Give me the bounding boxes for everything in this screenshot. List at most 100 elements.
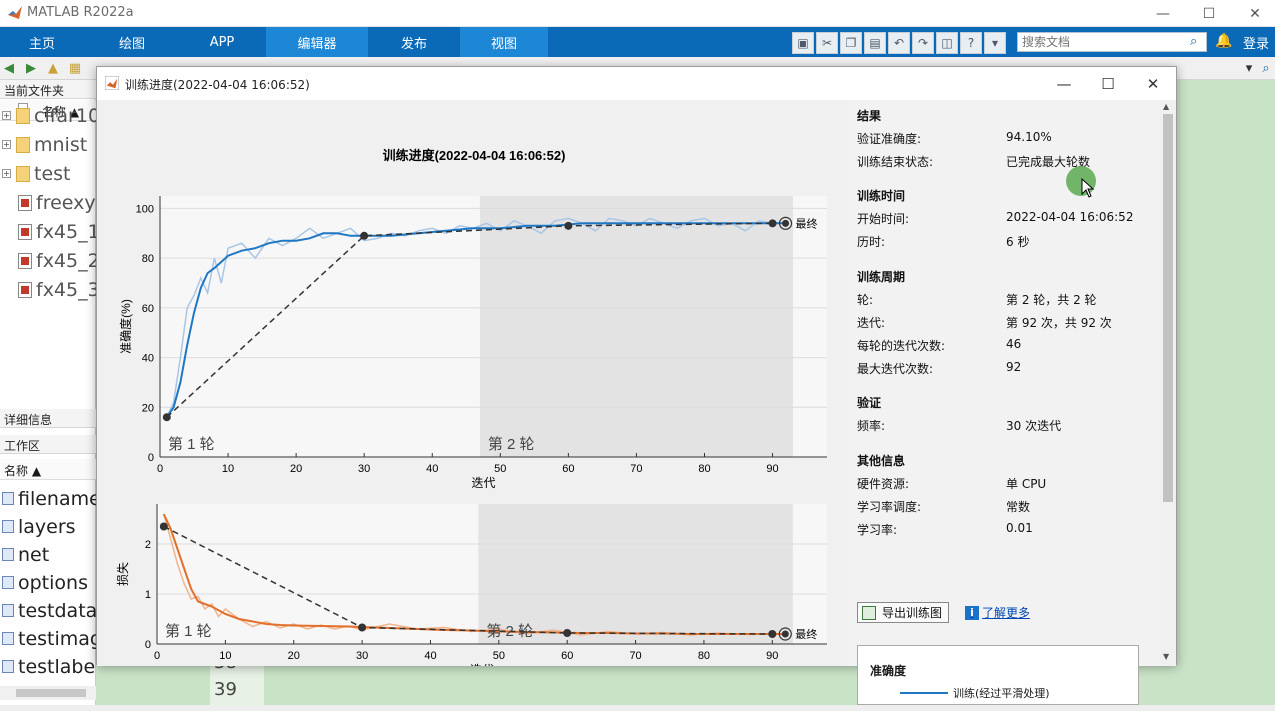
final-marker-dot bbox=[782, 219, 790, 227]
folder-icon bbox=[16, 165, 30, 182]
horizontal-scrollbar[interactable] bbox=[0, 686, 96, 700]
variable-icon bbox=[2, 520, 14, 533]
variable-name: testdata bbox=[18, 599, 96, 622]
variable-name: testlabels bbox=[18, 655, 96, 678]
info-panel: 结果 验证准确度: 94.10% 训练结束状态: 已完成最大轮数 训练时间 开始… bbox=[847, 100, 1159, 705]
line-number: 39 bbox=[214, 679, 237, 700]
x-tick-label: 90 bbox=[766, 650, 778, 662]
x-tick-label: 80 bbox=[698, 650, 710, 662]
lr-schedule-label: 学习率调度: bbox=[857, 500, 922, 514]
variable-name: testimag bbox=[18, 627, 96, 650]
y-tick-label: 40 bbox=[142, 353, 154, 365]
options-dropdown-icon[interactable]: ▾ bbox=[984, 31, 1006, 54]
elapsed-label: 历时: bbox=[857, 235, 886, 249]
save-icon[interactable]: ▣ bbox=[792, 31, 814, 54]
x-tick-label: 90 bbox=[766, 463, 778, 475]
variable-icon bbox=[2, 604, 14, 617]
freq-label: 频率: bbox=[857, 419, 886, 433]
chart-export-icon bbox=[862, 605, 876, 620]
browse-folder-icon[interactable]: ▦ bbox=[66, 59, 84, 77]
variable-name: layers bbox=[18, 515, 76, 538]
workspace-variable[interactable]: filename bbox=[0, 484, 96, 513]
x-tick-label: 30 bbox=[356, 650, 368, 662]
status-bar bbox=[0, 705, 1275, 711]
address-search-icon[interactable]: ⌕ bbox=[1257, 59, 1275, 77]
status-label: 训练结束状态: bbox=[857, 155, 934, 169]
folder-icon bbox=[16, 136, 30, 153]
mouse-cursor-icon bbox=[1081, 178, 1095, 198]
minimize-icon[interactable]: — bbox=[1140, 0, 1186, 27]
final-label: 最终 bbox=[795, 627, 817, 641]
iter-value: 第 92 次，共 92 次 bbox=[1006, 316, 1112, 330]
workspace-name-column[interactable]: 名称 ▲ bbox=[0, 459, 96, 480]
expand-icon[interactable]: + bbox=[2, 169, 11, 178]
dialog-maximize-icon[interactable]: ☐ bbox=[1085, 67, 1131, 100]
tab-home[interactable]: 主页 bbox=[0, 27, 84, 57]
tab-view[interactable]: 视图 bbox=[460, 27, 548, 57]
start-value: 2022-04-04 16:06:52 bbox=[1006, 210, 1134, 224]
m-file-icon bbox=[18, 194, 32, 211]
help-icon[interactable]: ? bbox=[960, 31, 982, 54]
expand-icon[interactable]: + bbox=[2, 140, 11, 149]
file-item[interactable]: + mnist bbox=[0, 130, 96, 159]
file-item[interactable]: freexy bbox=[0, 188, 96, 217]
undo-icon[interactable]: ↶ bbox=[888, 31, 910, 54]
dialog-close-icon[interactable]: ✕ bbox=[1130, 67, 1176, 100]
x-tick-label: 20 bbox=[288, 650, 300, 662]
workspace-variable[interactable]: testlabels bbox=[0, 652, 96, 681]
export-plot-label: 导出训练图 bbox=[882, 606, 943, 620]
tab-publish[interactable]: 发布 bbox=[372, 27, 456, 57]
scroll-down-icon[interactable]: ▼ bbox=[1163, 652, 1169, 661]
val-acc-label: 验证准确度: bbox=[857, 132, 922, 146]
dialog-minimize-icon[interactable]: — bbox=[1041, 67, 1087, 100]
learn-more-label: 了解更多 bbox=[982, 606, 1031, 620]
x-tick-label: 0 bbox=[154, 650, 160, 662]
file-item[interactable]: fx45_3 bbox=[0, 275, 96, 304]
workspace-variable[interactable]: testdata bbox=[0, 596, 96, 625]
file-name: freexy bbox=[36, 191, 96, 214]
training-progress-window: 训练进度(2022-04-04 16:06:52) — ☐ ✕ 训练进度(202… bbox=[96, 66, 1177, 705]
x-tick-label: 30 bbox=[358, 463, 370, 475]
quick-access-toolbar: ▣ ✂ ❐ ▤ ↶ ↷ ◫ ? ▾ bbox=[792, 31, 1006, 54]
forward-icon[interactable]: ▶ bbox=[22, 59, 40, 77]
results-header: 结果 bbox=[857, 109, 882, 123]
back-icon[interactable]: ◀ bbox=[0, 59, 18, 77]
search-icon[interactable]: ⌕ bbox=[1190, 34, 1197, 49]
redo-icon[interactable]: ↷ bbox=[912, 31, 934, 54]
scroll-up-icon[interactable]: ▲ bbox=[1163, 102, 1169, 111]
workspace-variable[interactable]: options bbox=[0, 568, 96, 597]
workspace-variable[interactable]: net bbox=[0, 540, 96, 569]
file-item[interactable]: fx45_1 bbox=[0, 217, 96, 246]
cycle-header: 训练周期 bbox=[857, 270, 906, 284]
file-item[interactable]: + cifar10 bbox=[0, 101, 96, 130]
learn-more-link[interactable]: i 了解更多 bbox=[965, 604, 1030, 621]
dialog-scrollbar[interactable]: ▲ ▼ bbox=[1159, 100, 1176, 666]
scrollbar-thumb[interactable] bbox=[1163, 114, 1173, 502]
start-label: 开始时间: bbox=[857, 212, 910, 226]
max-iter-value: 92 bbox=[1006, 360, 1022, 374]
address-dropdown-icon[interactable]: ▾ bbox=[1240, 59, 1258, 77]
time-header: 训练时间 bbox=[857, 189, 906, 203]
tab-plots[interactable]: 绘图 bbox=[90, 27, 174, 57]
maximize-icon[interactable]: ☐ bbox=[1186, 0, 1232, 27]
workspace-variable[interactable]: layers bbox=[0, 512, 96, 541]
tab-editor[interactable]: 编辑器 bbox=[266, 27, 368, 57]
close-icon[interactable]: ✕ bbox=[1232, 0, 1275, 27]
x-tick-label: 50 bbox=[494, 463, 506, 475]
copy-icon[interactable]: ❐ bbox=[840, 31, 862, 54]
workspace-variable[interactable]: testimag bbox=[0, 624, 96, 653]
tab-apps[interactable]: APP bbox=[180, 27, 264, 57]
expand-icon[interactable]: + bbox=[2, 111, 11, 120]
login-link[interactable]: 登录 bbox=[1243, 33, 1269, 52]
file-item[interactable]: fx45_2 bbox=[0, 246, 96, 275]
file-item[interactable]: + test bbox=[0, 159, 96, 188]
search-docs-input[interactable] bbox=[1017, 32, 1207, 52]
bell-icon[interactable]: 🔔 bbox=[1215, 33, 1232, 49]
switch-window-icon[interactable]: ◫ bbox=[936, 31, 958, 54]
variable-name: filename bbox=[18, 487, 96, 510]
x-tick-label: 50 bbox=[493, 650, 505, 662]
cut-icon[interactable]: ✂ bbox=[816, 31, 838, 54]
paste-icon[interactable]: ▤ bbox=[864, 31, 886, 54]
up-folder-icon[interactable]: ▲ bbox=[44, 59, 62, 77]
export-plot-button[interactable]: 导出训练图 bbox=[857, 602, 949, 623]
